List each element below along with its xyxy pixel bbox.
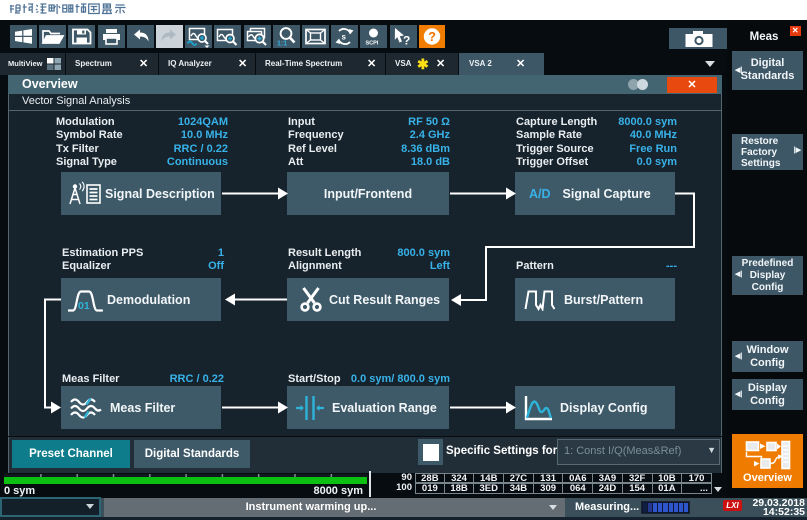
svg-text:?: ? [428, 30, 436, 44]
svg-text:SCPI: SCPI [366, 41, 379, 47]
svg-text:?: ? [403, 34, 410, 48]
svg-text:1:1: 1:1 [277, 41, 287, 48]
svg-text:s: s [342, 33, 347, 42]
